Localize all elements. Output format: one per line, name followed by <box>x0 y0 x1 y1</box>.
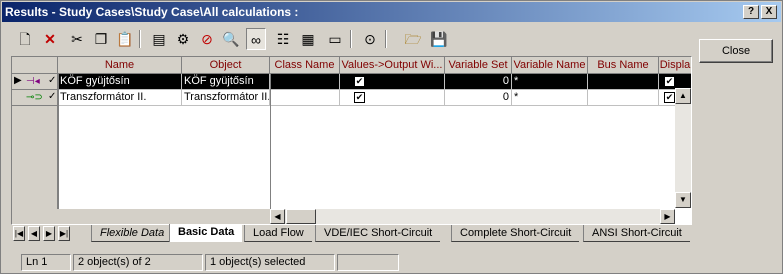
cell-bus-name[interactable] <box>588 90 659 106</box>
results-window: Results - Study Cases\Study Case\All cal… <box>0 0 783 274</box>
column-header-name[interactable]: Name <box>58 57 182 74</box>
column-header-output-window[interactable]: Values->Output Wi... <box>340 57 445 74</box>
cell-object[interactable]: KÖF gyüjtősín <box>182 74 270 90</box>
column-header-variable-name[interactable]: Variable Name <box>512 57 588 74</box>
find-object-icon[interactable]: 🔍 <box>221 28 241 50</box>
filter-icon[interactable]: ⚙ <box>173 28 193 50</box>
row-header-area <box>12 106 58 224</box>
current-row-arrow-icon: ▶ <box>14 75 22 86</box>
cell-variable-set[interactable]: 0 <box>445 74 512 90</box>
scroll-thumb[interactable] <box>286 209 316 224</box>
frozen-divider <box>270 74 271 224</box>
tab-load-flow[interactable]: Load Flow <box>244 225 312 242</box>
busbar-icon: ⊣◂ <box>26 76 40 87</box>
binoculars-icon[interactable]: ⊙ <box>360 28 380 50</box>
delete-icon[interactable]: ✕ <box>40 28 60 50</box>
column-header-variable-set[interactable]: Variable Set <box>445 57 512 74</box>
tab-vde-iec-short-circuit[interactable]: VDE/IEC Short-Circuit <box>315 225 441 242</box>
status-bar: Ln 1 2 object(s) of 2 1 object(s) select… <box>1 253 782 273</box>
cell-variable-set[interactable]: 0 <box>445 90 512 106</box>
cut-icon[interactable]: ✂ <box>67 28 87 50</box>
output-window-checkbox[interactable]: ✔ <box>354 91 365 103</box>
vertical-scrollbar[interactable]: ▲ ▼ <box>675 88 691 208</box>
column-header-class-name[interactable]: Class Name <box>270 57 340 74</box>
column-header-bus-name[interactable]: Bus Name <box>588 57 659 74</box>
transformer-icon: ⊸⊃ <box>26 92 43 103</box>
open-folder-icon[interactable]: 🗁 <box>403 28 423 50</box>
table-row[interactable]: ▶ ⊣◂ ✓ KÖF gyüjtősín KÖF gyüjtősín ✔ 0 *… <box>12 74 691 90</box>
horizontal-scrollbar[interactable]: ◀ ▶ <box>270 209 675 224</box>
window-title: Results - Study Cases\Study Case\All cal… <box>5 5 299 19</box>
results-table: Name Object Class Name Values->Output Wi… <box>11 56 692 225</box>
toolbar-separator <box>139 30 141 48</box>
cell-class-name[interactable] <box>270 74 340 90</box>
cell-variable-name[interactable]: * <box>512 74 588 90</box>
first-tab-icon[interactable]: |◀ <box>13 226 25 241</box>
column-header-display[interactable]: Displa <box>659 57 691 74</box>
next-tab-icon[interactable]: ▶ <box>43 226 55 241</box>
row-header-corner <box>12 57 58 74</box>
column-header-object[interactable]: Object <box>182 57 270 74</box>
window-close-button[interactable]: X <box>761 5 777 19</box>
row-header[interactable]: ▶ ⊣◂ ✓ <box>12 74 58 90</box>
stop-icon[interactable]: ⊘ <box>197 28 217 50</box>
frozen-divider <box>58 74 59 224</box>
scroll-right-icon[interactable]: ▶ <box>660 209 675 224</box>
tab-flexible-data[interactable]: Flexible Data <box>91 225 173 242</box>
paste-icon[interactable]: 📋 <box>115 28 135 50</box>
cell-output-window[interactable]: ✔ <box>340 74 445 90</box>
toolbar-separator <box>350 30 352 48</box>
output-window-checkbox[interactable]: ✔ <box>354 75 365 87</box>
cell-object[interactable]: Transzformátor II. <box>182 90 270 106</box>
cell-class-name[interactable] <box>270 90 340 106</box>
tab-complete-short-circuit[interactable]: Complete Short-Circuit <box>451 225 580 242</box>
check-icon: ✓ <box>48 91 57 102</box>
new-page-icon[interactable]: ▭ <box>325 28 345 50</box>
tab-basic-data[interactable]: Basic Data <box>169 224 243 242</box>
help-button[interactable]: ? <box>743 5 759 19</box>
tab-bar: |◀ ◀ ▶ ▶| Flexible Data Basic Data Load … <box>11 224 692 243</box>
edit-icon[interactable]: ▤ <box>149 28 169 50</box>
toolbar-separator <box>385 30 387 48</box>
display-checkbox[interactable]: ✔ <box>664 91 675 103</box>
scroll-up-icon[interactable]: ▲ <box>675 88 691 104</box>
cell-bus-name[interactable] <box>588 74 659 90</box>
save-icon[interactable]: 💾 <box>429 28 449 50</box>
last-tab-icon[interactable]: ▶| <box>58 226 70 241</box>
copy-icon[interactable]: ❐ <box>91 28 111 50</box>
frozen-scroll-area <box>12 209 270 224</box>
previous-tab-icon[interactable]: ◀ <box>28 226 40 241</box>
cell-name[interactable]: Transzformátor II. <box>58 90 182 106</box>
status-extra <box>337 254 399 271</box>
table-row[interactable]: ⊸⊃ ✓ Transzformátor II. Transzformátor I… <box>12 90 691 106</box>
status-line: Ln 1 <box>21 254 71 271</box>
sort-icon[interactable]: ☷ <box>273 28 293 50</box>
scroll-left-icon[interactable]: ◀ <box>270 209 285 224</box>
status-object-count: 2 object(s) of 2 <box>73 254 203 271</box>
tab-ansi-short-circuit[interactable]: ANSI Short-Circuit <box>583 225 690 242</box>
display-checkbox[interactable]: ✔ <box>664 75 675 87</box>
cell-variable-name[interactable]: * <box>512 90 588 106</box>
row-header[interactable]: ⊸⊃ ✓ <box>12 90 58 106</box>
cell-output-window[interactable]: ✔ <box>340 90 445 106</box>
new-object-icon[interactable]: 🗋 <box>15 28 35 50</box>
level-icon[interactable]: ▦ <box>298 28 318 50</box>
status-selection: 1 object(s) selected <box>205 254 335 271</box>
cell-name[interactable]: KÖF gyüjtősín <box>58 74 182 90</box>
check-icon: ✓ <box>48 75 57 86</box>
view-icon[interactable]: ∞ <box>246 28 266 50</box>
scroll-down-icon[interactable]: ▼ <box>675 192 691 208</box>
title-bar[interactable]: Results - Study Cases\Study Case\All cal… <box>2 2 781 22</box>
close-button[interactable]: Close <box>699 39 773 63</box>
